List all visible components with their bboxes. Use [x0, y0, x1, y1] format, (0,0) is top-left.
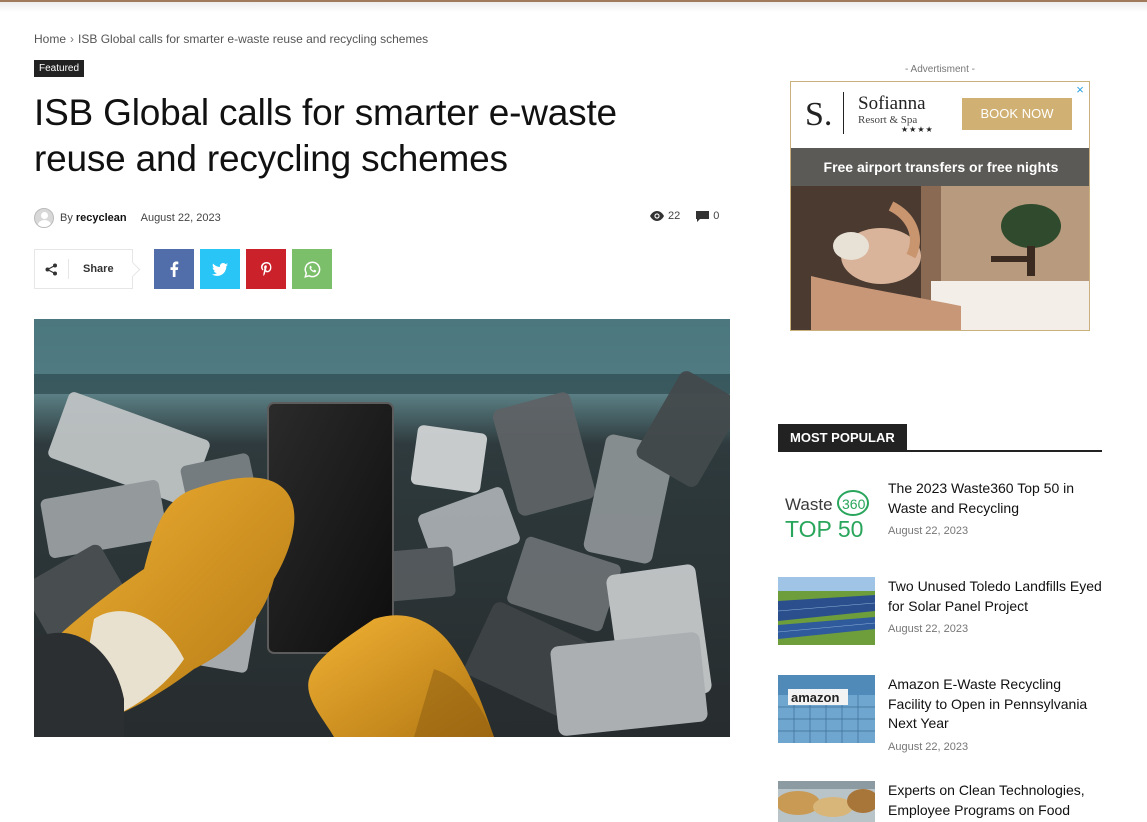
eye-icon [650, 211, 664, 221]
spa-photo [791, 186, 1089, 330]
popular-item-title[interactable]: Two Unused Toledo Landfills Eyed for Sol… [888, 577, 1108, 616]
ad-brand-stars: ★★★★ [901, 125, 934, 134]
by-label: By [60, 212, 73, 224]
waste360-logo-number: 360 [842, 496, 866, 512]
hero-image [34, 319, 730, 737]
comment-icon [696, 210, 710, 222]
ad-logo-letter: S. [805, 96, 833, 133]
breadcrumb-current: ISB Global calls for smarter e-waste reu… [78, 32, 429, 46]
author-avatar-icon[interactable] [34, 208, 54, 228]
amazon-logo-text: amazon [791, 690, 839, 705]
book-now-button[interactable]: BOOK NOW [962, 98, 1072, 130]
amazon-building-photo: amazon [778, 675, 875, 743]
close-icon[interactable]: × [1073, 83, 1087, 97]
views-value: 22 [668, 210, 681, 222]
article-stats: 22 0 [650, 210, 735, 222]
advertisement-label: - Advertisment - [904, 64, 976, 75]
facebook-icon [170, 261, 179, 277]
popular-item-title[interactable]: The 2023 Waste360 Top 50 in Waste and Re… [888, 479, 1108, 518]
article-meta: By recyclean August 22, 2023 [34, 207, 221, 229]
e-waste-phones-photo [34, 319, 730, 737]
share-button[interactable]: Share [34, 249, 133, 289]
article-title: ISB Global calls for smarter e-waste reu… [34, 92, 617, 179]
solar-panels-photo [778, 577, 875, 645]
publish-date: August 22, 2023 [140, 212, 221, 224]
breadcrumb-home-link[interactable]: Home [34, 32, 66, 46]
advertisement-banner[interactable]: × S. Sofianna Resort & Spa ★★★★ BOOK NOW… [790, 81, 1090, 331]
breadcrumb: Home › ISB Global calls for smarter e-wast… [34, 32, 428, 46]
most-popular-header: MOST POPULAR [778, 424, 1102, 452]
comments-count[interactable]: 0 [696, 210, 719, 222]
pinterest-icon [260, 262, 271, 276]
whatsapp-icon [303, 260, 320, 278]
popular-item-title[interactable]: Amazon E-Waste Recycling Facility to Ope… [888, 675, 1108, 734]
waste360-logo-image: Waste 360 TOP 50 [778, 479, 875, 547]
popular-item-date: August 22, 2023 [888, 623, 969, 635]
popular-item-title[interactable]: Experts on Clean Technologies, Employee … [888, 781, 1108, 820]
category-badge[interactable]: Featured [34, 60, 85, 77]
twitter-share-button[interactable] [200, 249, 240, 289]
ad-offer-text: Free airport transfers or free nights [791, 148, 1089, 186]
comments-value: 0 [713, 210, 720, 222]
food-photo [778, 781, 875, 822]
share-label: Share [83, 263, 114, 275]
share-icon [35, 259, 69, 279]
facebook-share-button[interactable] [154, 249, 194, 289]
popular-item-thumbnail[interactable] [778, 577, 875, 645]
popular-item-date: August 22, 2023 [888, 525, 969, 537]
views-count: 22 [650, 210, 680, 222]
popular-item-thumbnail[interactable]: amazon [778, 675, 875, 743]
popular-item-thumbnail[interactable]: Waste 360 TOP 50 [778, 479, 875, 547]
author-link[interactable]: recyclean [76, 212, 127, 224]
whatsapp-share-button[interactable] [292, 249, 332, 289]
ad-brand-name: Sofianna [858, 93, 926, 114]
waste360-logo-word: Waste [785, 495, 833, 514]
waste360-top50-text: TOP 50 [785, 516, 863, 542]
most-popular-heading: MOST POPULAR [778, 424, 907, 452]
header-shadow [0, 2, 1147, 12]
ad-logo-divider [843, 92, 844, 134]
popular-item-date: August 22, 2023 [888, 741, 969, 753]
twitter-icon [212, 262, 228, 276]
breadcrumb-separator: › [70, 32, 75, 46]
pinterest-share-button[interactable] [246, 249, 286, 289]
popular-item-thumbnail[interactable] [778, 781, 875, 822]
